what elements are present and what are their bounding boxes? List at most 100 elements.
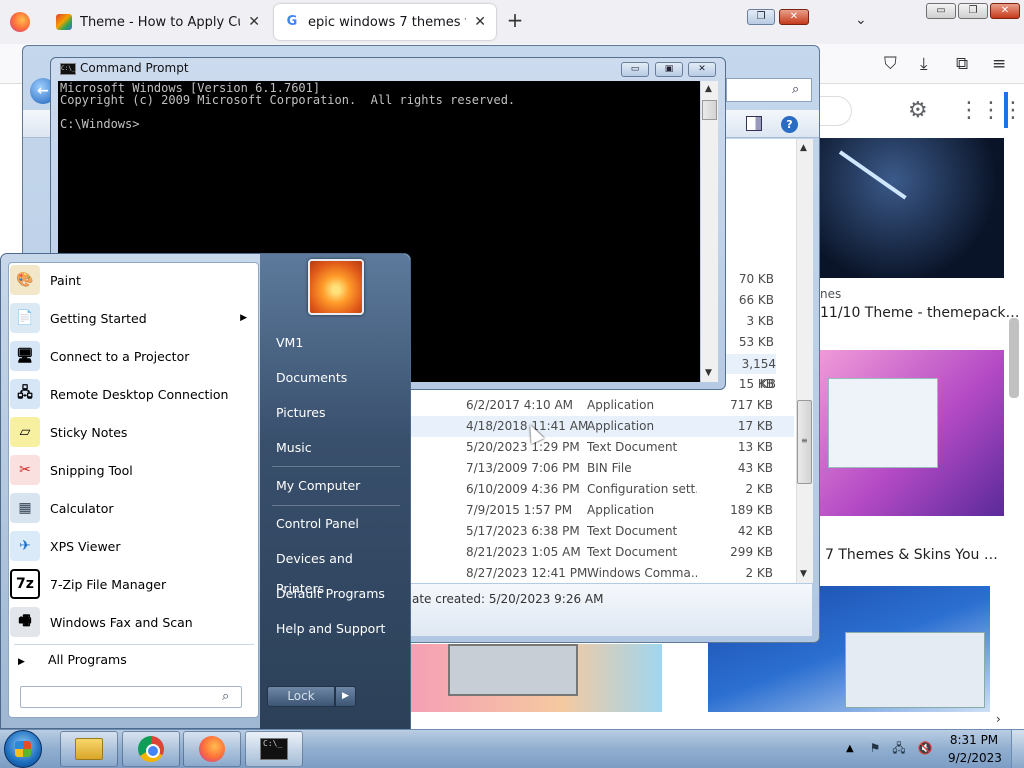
- program-label: Paint: [50, 272, 81, 288]
- all-programs-button[interactable]: ▶ All Programs: [14, 650, 254, 670]
- explorer-close-button[interactable]: ✕: [779, 9, 809, 25]
- program-7zip[interactable]: 7z 7-Zip File Manager: [10, 566, 257, 602]
- file-row[interactable]: 7/13/2009 7:06 PM BIN File 43 KB: [410, 458, 794, 479]
- file-date: 5/17/2023 6:38 PM: [466, 524, 580, 538]
- clock-date[interactable]: 9/2/2023: [948, 751, 1002, 765]
- cmd-close-button[interactable]: ✕: [688, 62, 716, 77]
- file-size: 70 KB: [738, 272, 774, 286]
- list-all-tabs-button[interactable]: ⌄: [855, 12, 867, 28]
- program-fax-scan[interactable]: 🖷 Windows Fax and Scan: [10, 604, 257, 640]
- firefox-maximize-button[interactable]: ❐: [958, 3, 988, 19]
- tab-close-icon[interactable]: ✕: [474, 14, 486, 30]
- link-default-programs[interactable]: Default Programs: [270, 579, 402, 609]
- carousel-next-arrow-icon[interactable]: ›: [996, 712, 1001, 726]
- help-icon[interactable]: ?: [781, 116, 798, 133]
- lock-button[interactable]: Lock: [267, 686, 335, 707]
- firefox-tab-google-search[interactable]: G epic windows 7 themes for coo ✕: [274, 4, 496, 40]
- file-row[interactable]: 8/27/2023 12:41 PM Windows Comma... 2 KB: [410, 563, 794, 584]
- user-avatar-flower[interactable]: [308, 259, 364, 315]
- cmd-minimize-button[interactable]: ▭: [621, 62, 649, 77]
- cmd-maximize-button[interactable]: ▣: [655, 62, 683, 77]
- search-icon[interactable]: ⌕: [792, 82, 799, 97]
- show-hidden-icons-icon[interactable]: ▲: [846, 743, 854, 754]
- file-size: 2 KB: [745, 482, 773, 496]
- taskbar-chrome-button[interactable]: [122, 731, 180, 767]
- scroll-up-arrow-icon[interactable]: ▲: [800, 143, 807, 153]
- firefox-minimize-button[interactable]: ▭: [926, 3, 956, 19]
- downloads-icon[interactable]: ⤓: [920, 54, 928, 74]
- new-tab-button[interactable]: +: [504, 10, 526, 32]
- program-remote-desktop[interactable]: 🖧 Remote Desktop Connection: [10, 376, 257, 412]
- program-sticky-notes[interactable]: ▱ Sticky Notes: [10, 414, 257, 450]
- image-result-title-link[interactable]: 7 Themes & Skins You …: [825, 547, 998, 563]
- program-label: XPS Viewer: [50, 538, 121, 554]
- start-search-input[interactable]: [20, 686, 242, 708]
- google-search-box-edge[interactable]: [820, 96, 852, 126]
- taskbar-cmd-button[interactable]: C:\_: [245, 731, 303, 767]
- tab-close-icon[interactable]: ✕: [248, 14, 260, 30]
- taskbar-explorer-button[interactable]: [60, 731, 118, 767]
- file-row[interactable]: 6/2/2017 4:10 AM Application 717 KB: [410, 395, 794, 416]
- console-scrollbar[interactable]: [701, 81, 718, 382]
- program-label: Calculator: [50, 500, 114, 516]
- page-scrollbar-thumb[interactable]: [1009, 318, 1019, 398]
- shutdown-options-arrow-icon[interactable]: ▶: [335, 686, 356, 707]
- file-row-hovered[interactable]: 4/18/2018 11:41 AM Application 17 KB: [410, 416, 794, 437]
- console-line: Copyright (c) 2009 Microsoft Corporation…: [60, 93, 516, 107]
- program-paint[interactable]: 🎨 Paint: [10, 262, 257, 298]
- network-icon[interactable]: 🖧: [891, 740, 907, 756]
- image-result-source: nes: [820, 287, 842, 301]
- file-date: 5/20/2023 1:29 PM: [466, 440, 580, 454]
- file-row[interactable]: 5/20/2023 1:29 PM Text Document 13 KB: [410, 437, 794, 458]
- preview-pane-icon[interactable]: [746, 116, 762, 131]
- program-connect-projector[interactable]: 🖥 Connect to a Projector: [10, 338, 257, 374]
- firefox-close-button[interactable]: ✕: [990, 3, 1020, 19]
- link-my-computer[interactable]: My Computer: [270, 471, 402, 501]
- taskbar-firefox-button[interactable]: [183, 731, 241, 767]
- program-getting-started[interactable]: 📄 Getting Started ▶: [10, 300, 257, 336]
- google-settings-icon[interactable]: ⚙: [908, 98, 928, 123]
- extensions-icon[interactable]: ⧉: [956, 54, 968, 74]
- hamburger-menu-icon[interactable]: ≡: [992, 54, 1006, 74]
- link-user-folder[interactable]: VM1: [270, 328, 402, 358]
- clock-time[interactable]: 8:31 PM: [948, 733, 1000, 747]
- scroll-up-arrow-icon[interactable]: ▲: [705, 84, 712, 94]
- console-scroll-thumb[interactable]: [702, 100, 717, 120]
- scroll-down-arrow-icon[interactable]: ▼: [800, 569, 807, 579]
- link-control-panel[interactable]: Control Panel: [270, 509, 402, 539]
- file-size: 53 KB: [738, 335, 774, 349]
- file-type: Application: [587, 503, 655, 517]
- program-xps-viewer[interactable]: ✈ XPS Viewer: [10, 528, 257, 564]
- firefox-logo-icon[interactable]: [10, 12, 30, 32]
- pocket-icon[interactable]: ⛉: [884, 54, 897, 74]
- show-desktop-button[interactable]: [1011, 730, 1024, 768]
- program-snipping-tool[interactable]: ✂ Snipping Tool: [10, 452, 257, 488]
- laptop-image: [448, 644, 578, 696]
- file-type: Text Document: [587, 545, 678, 559]
- explorer-maximize-button[interactable]: ❐: [747, 9, 775, 25]
- file-list-scrollbar[interactable]: [796, 139, 813, 583]
- file-row[interactable]: 5/17/2023 6:38 PM Text Document 42 KB: [410, 521, 794, 542]
- volume-muted-icon[interactable]: 🔇: [917, 740, 933, 756]
- action-center-flag-icon[interactable]: ⚑: [867, 740, 883, 756]
- search-icon[interactable]: ⌕: [222, 689, 229, 704]
- firefox-icon: [199, 736, 225, 762]
- link-music[interactable]: Music: [270, 433, 402, 463]
- file-size: 3 KB: [746, 314, 774, 328]
- program-calculator[interactable]: ▦ Calculator: [10, 490, 257, 526]
- link-help-support[interactable]: Help and Support: [270, 614, 402, 644]
- google-apps-icon[interactable]: ⋮⋮⋮: [958, 98, 1024, 123]
- console-icon: C:\_: [260, 738, 288, 760]
- image-result-title-link[interactable]: 11/10 Theme - themepack…: [820, 305, 1020, 321]
- link-documents[interactable]: Documents: [270, 363, 402, 393]
- link-pictures[interactable]: Pictures: [270, 398, 402, 428]
- firefox-tab-theme[interactable]: Theme - How to Apply Custom ✕: [46, 4, 270, 40]
- link-devices-printers[interactable]: Devices and Printers: [270, 544, 402, 596]
- file-row[interactable]: 7/9/2015 1:57 PM Application 189 KB: [410, 500, 794, 521]
- file-row[interactable]: 8/21/2023 1:05 AM Text Document 299 KB: [410, 542, 794, 563]
- file-row[interactable]: 6/10/2009 4:36 PM Configuration sett... 2 …: [410, 479, 794, 500]
- file-type: Text Document: [587, 524, 678, 538]
- folder-icon: [75, 738, 103, 760]
- scroll-down-arrow-icon[interactable]: ▼: [705, 368, 712, 378]
- file-type: Application: [587, 398, 655, 412]
